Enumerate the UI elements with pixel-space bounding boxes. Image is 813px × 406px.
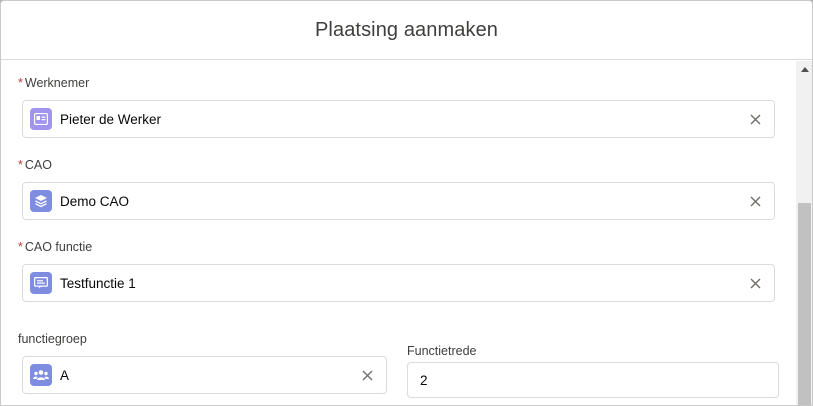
cao-lookup[interactable]: Demo CAO	[22, 182, 775, 220]
modal-title: Plaatsing aanmaken	[314, 18, 499, 41]
scroll-up-arrow-icon[interactable]	[796, 61, 812, 78]
cao-value: Demo CAO	[60, 193, 130, 209]
layers-icon	[30, 190, 52, 212]
cao-label: * CAO	[18, 158, 52, 172]
contact-card-icon	[30, 108, 52, 130]
cao-label-text: CAO	[24, 158, 52, 172]
modal-header: Plaatsing aanmaken	[1, 1, 812, 60]
document-icon	[30, 272, 52, 294]
functietrede-label-text: Functietrede	[407, 344, 477, 358]
cao-functie-label: * CAO functie	[18, 240, 92, 254]
werknemer-clear-icon[interactable]	[740, 104, 770, 134]
cao-functie-clear-icon[interactable]	[740, 268, 770, 298]
functiegroep-value: A	[60, 367, 70, 383]
werknemer-lookup[interactable]: Pieter de Werker	[22, 100, 775, 138]
cao-functie-value: Testfunctie 1	[60, 275, 136, 291]
functiegroep-label: functiegroep	[18, 332, 87, 346]
werknemer-label-text: Werknemer	[24, 76, 90, 90]
werknemer-value: Pieter de Werker	[60, 111, 162, 127]
modal-body: * Werknemer Pieter de Werker * CAO Demo CA…	[1, 61, 796, 405]
scrollbar[interactable]	[796, 61, 812, 405]
cao-functie-lookup[interactable]: Testfunctie 1	[22, 264, 775, 302]
werknemer-label: * Werknemer	[18, 76, 89, 90]
functietrede-label: Functietrede	[407, 344, 476, 358]
required-marker: *	[18, 76, 23, 90]
required-marker: *	[18, 158, 23, 172]
group-icon	[30, 364, 52, 386]
required-marker: *	[18, 240, 23, 254]
modal: Plaatsing aanmaken * Werknemer Pieter de …	[0, 0, 813, 406]
scroll-thumb[interactable]	[798, 203, 811, 405]
cao-functie-label-text: CAO functie	[24, 240, 93, 254]
functiegroep-lookup[interactable]: A	[22, 356, 387, 394]
cao-clear-icon[interactable]	[740, 186, 770, 216]
functiegroep-label-text: functiegroep	[18, 332, 87, 346]
functietrede-input[interactable]	[407, 362, 779, 398]
functiegroep-clear-icon[interactable]	[352, 360, 382, 390]
